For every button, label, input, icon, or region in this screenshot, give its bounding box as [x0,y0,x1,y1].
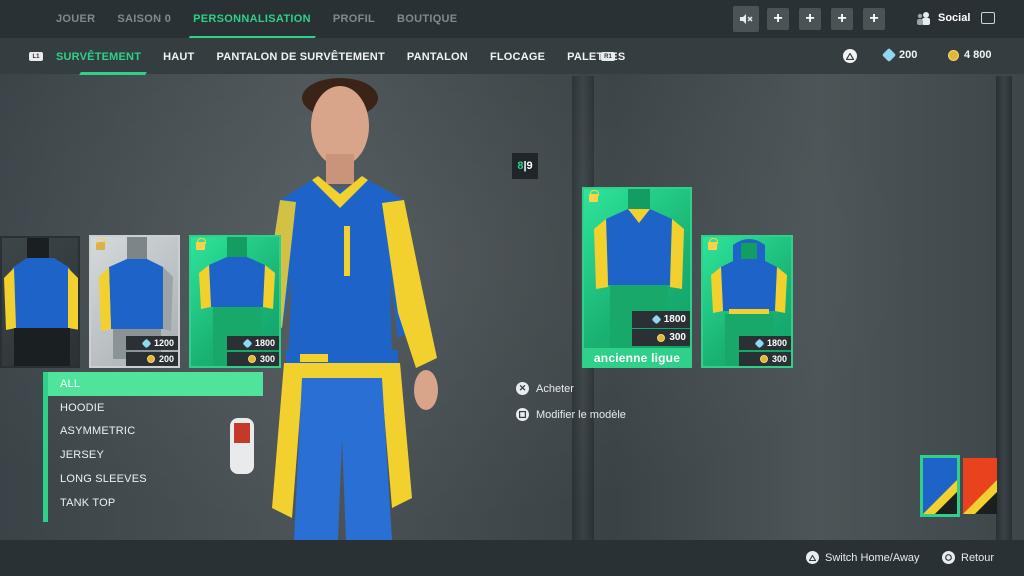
filter-asymmetric[interactable]: ASYMMETRIC [48,420,263,444]
gem-amount: 200 [899,49,918,61]
l1-bumper-icon: L1 [29,52,43,61]
coin-balance: 4 800 [948,49,992,61]
tab-tracksuit-pants[interactable]: PANTALON DE SURVÊTEMENT [216,51,384,63]
outfit-card[interactable]: 1800 300 [189,235,281,368]
edit-model-label: Modifier le modèle [536,408,626,421]
coin-price-value: 300 [259,354,275,364]
filter-all[interactable]: ALL [48,372,263,396]
tab-tracksuit[interactable]: SURVÊTEMENT [56,51,141,63]
selected-item-name: ancienne ligue [582,348,692,368]
lock-icon [708,238,718,250]
switch-home-away-action[interactable]: Switch Home/Away [806,551,920,564]
gem-price-value: 1800 [254,338,275,348]
triangle-button-icon [806,551,819,564]
coin-price-value: 300 [771,354,787,364]
tab-top[interactable]: HAUT [163,51,194,63]
square-icon [519,411,526,418]
category-tabs: SURVÊTEMENT HAUT PANTALON DE SURVÊTEMENT… [56,51,647,63]
coin-icon [146,355,155,363]
coin-price: 300 [632,329,690,346]
gem-icon [651,314,662,325]
outfit-card[interactable]: 1800 300 [701,235,793,368]
gem-price: 1800 [227,336,279,350]
outfit-card[interactable] [0,236,80,368]
nav-shop[interactable]: BOUTIQUE [397,13,457,25]
lock-icon [196,238,206,250]
cross-button-icon: ✕ [516,382,529,395]
tab-flocking[interactable]: FLOCAGE [490,51,545,63]
gem-price-value: 1800 [663,314,686,325]
coin-price-value: 300 [669,332,686,343]
coin-price: 200 [126,352,178,366]
triangle-icon [809,554,816,561]
background-pillar [996,76,1012,540]
party-slot-button[interactable]: + [831,8,853,30]
party-slot-button[interactable]: + [863,8,885,30]
gem-icon [242,338,253,348]
coin-price-value: 200 [158,354,174,364]
gem-price: 1200 [126,336,178,350]
nav-profile[interactable]: PROFIL [333,13,375,25]
gem-icon [754,338,765,348]
buy-label: Acheter [536,382,574,395]
edit-model-action[interactable]: Modifier le modèle [516,408,626,421]
gem-icon [141,338,152,348]
filter-long-sleeves[interactable]: LONG SLEEVES [48,467,263,491]
triangle-icon [846,52,854,60]
palette-home[interactable] [920,455,960,517]
lock-icon [589,190,599,202]
party-slot-button[interactable]: + [767,8,789,30]
page-counter: 8 | 9 [512,153,538,179]
coin-price: 300 [739,352,791,366]
lock-icon [96,238,106,250]
gem-price-value: 1200 [153,338,174,348]
counter-total: 9 [526,160,533,172]
mute-button[interactable] [733,6,759,32]
coin-icon [759,355,768,363]
tab-pants[interactable]: PANTALON [407,51,468,63]
filter-tank-top[interactable]: TANK TOP [48,491,263,515]
social-label: Social [938,12,971,24]
back-action[interactable]: Retour [942,551,994,564]
social-button[interactable]: Social [916,11,970,25]
coin-price: 300 [227,352,279,366]
style-filter-list: ALL HOODIE ASYMMETRIC JERSEY LONG SLEEVE… [48,372,263,515]
switch-home-away-label: Switch Home/Away [825,551,920,564]
filter-hoodie[interactable]: HOODIE [48,396,263,420]
gem-price: 1800 [739,336,791,350]
outfit-preview [4,238,78,366]
circle-button-icon [942,551,955,564]
back-label: Retour [961,551,995,564]
buy-action[interactable]: ✕ Acheter [516,382,574,395]
coin-icon [948,49,959,61]
coin-amount: 4 800 [964,49,992,61]
coin-icon [657,333,666,342]
nav-play[interactable]: JOUER [56,13,95,25]
triangle-button-icon[interactable] [843,49,857,63]
r1-bumper-icon: R1 [601,52,615,61]
outfit-card-selected[interactable]: 1800 300 [582,187,692,350]
gem-balance: 200 [881,47,918,63]
speaker-muted-icon [740,14,753,24]
filter-jersey[interactable]: JERSEY [48,443,263,467]
tab-palettes[interactable]: PALETTES [567,51,625,63]
active-tab-indicator [79,72,147,75]
friends-icon [917,12,930,25]
gem-icon [881,47,897,63]
keyboard-icon[interactable] [981,12,995,24]
nav-season[interactable]: SAISON 0 [117,13,171,25]
main-nav: JOUER SAISON 0 PERSONNALISATION PROFIL B… [56,13,479,25]
party-slot-button[interactable]: + [799,8,821,30]
nav-customization[interactable]: PERSONNALISATION [193,13,311,25]
square-button-icon [516,408,529,421]
coin-icon [247,355,256,363]
palette-swatch [963,458,997,514]
palette-away[interactable] [963,458,997,514]
circle-icon [945,554,952,561]
palette-swatch [923,458,957,514]
gem-price: 1800 [632,311,690,328]
outfit-card[interactable]: 1200 200 [89,235,180,368]
gem-price-value: 1800 [766,338,787,348]
